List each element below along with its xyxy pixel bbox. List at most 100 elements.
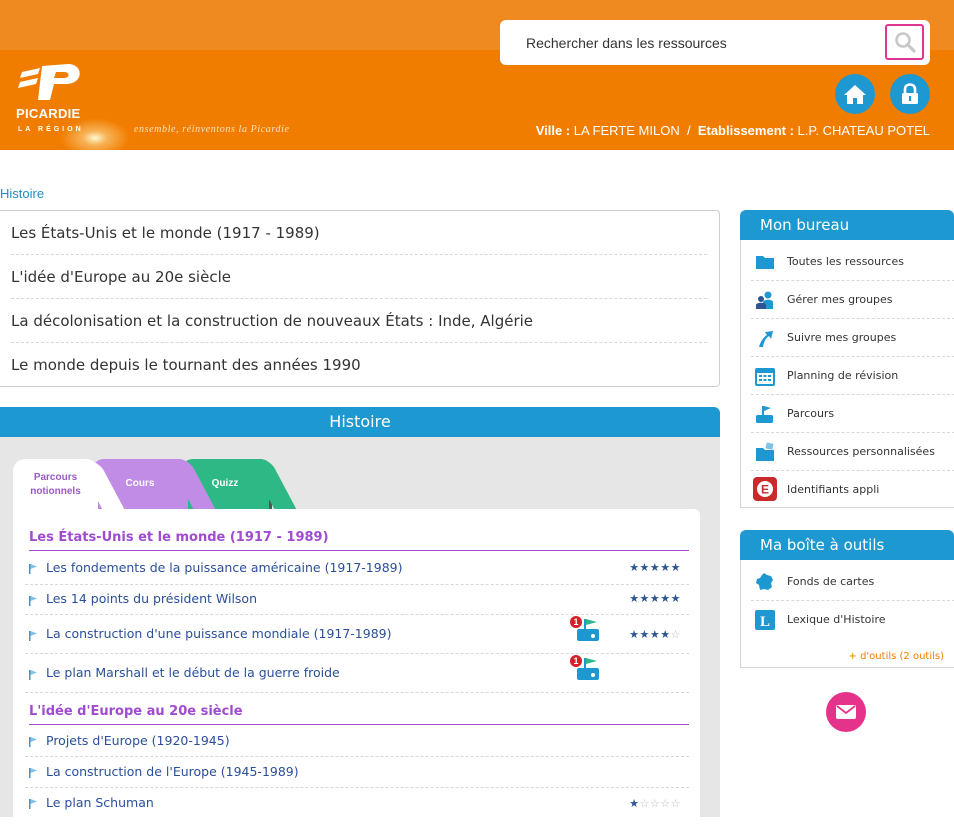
lesson-label: Projets d'Europe (1920-1945)	[46, 733, 230, 748]
calendar-icon	[755, 368, 775, 386]
search-box	[500, 20, 930, 65]
bureau-item-planning[interactable]: Planning de révision	[751, 357, 954, 395]
flag-icon	[29, 631, 37, 641]
lock-button[interactable]	[890, 74, 930, 114]
bureau-item-label: Toutes les ressources	[787, 255, 904, 268]
etablissement-label: Etablissement :	[697, 123, 794, 138]
bureau-item-suivre-groupes[interactable]: Suivre mes groupes	[751, 319, 954, 357]
chapter-item[interactable]: La décolonisation et la construction de …	[11, 299, 707, 343]
bureau-item-parcours[interactable]: Parcours	[751, 395, 954, 433]
bureau-item-gerer-groupes[interactable]: Gérer mes groupes	[751, 281, 954, 319]
flag-icon	[29, 564, 37, 574]
flag-icon	[29, 799, 37, 809]
tool-item-label: Lexique d'Histoire	[787, 613, 886, 626]
flag-icon	[29, 768, 37, 778]
bureau-item-label: Ressources personnalisées	[787, 445, 935, 458]
rating-stars: ★★★★★	[629, 592, 681, 605]
parcours-badge-icon[interactable]: 1	[569, 654, 601, 686]
mon-bureau-title: Mon bureau	[740, 210, 954, 240]
lesson-item[interactable]: Projets d'Europe (1920-1945)	[25, 726, 689, 757]
svg-text:L: L	[760, 614, 770, 630]
histoire-panel: Parcours notionnels Cours Quizz Les État…	[0, 437, 720, 829]
lesson-item[interactable]: Les 14 points du président Wilson ★★★★★	[25, 585, 689, 615]
location-separator: /	[686, 123, 691, 138]
bureau-item-label: Planning de révision	[787, 369, 899, 382]
picardie-logo-icon[interactable]	[18, 62, 84, 102]
lesson-label: Les fondements de la puissance américain…	[46, 560, 403, 575]
bureau-item-label: Suivre mes groupes	[787, 331, 897, 344]
group-icon	[756, 291, 773, 309]
lock-icon	[902, 83, 918, 104]
arrow-up-icon	[759, 331, 773, 347]
france-map-icon	[756, 573, 773, 590]
parcours-list: Les États-Unis et le monde (1917 - 1989)…	[13, 509, 700, 829]
custom-resources-icon	[756, 442, 774, 461]
mail-button[interactable]	[826, 692, 866, 732]
chapter-item[interactable]: Le monde depuis le tournant des années 1…	[11, 343, 707, 387]
tab-parcours-notionnels[interactable]: Parcours notionnels	[13, 459, 98, 511]
section-title: L'idée d'Europe au 20e siècle	[29, 699, 689, 725]
ville-value: LA FERTE MILON	[573, 123, 680, 138]
flag-icon	[29, 737, 37, 747]
panel-title: Histoire	[0, 407, 720, 437]
stars-filled: ★★★★★	[629, 561, 681, 574]
logo-subtitle: LA RÉGION	[18, 126, 84, 133]
tool-item-lexique[interactable]: L Lexique d'Histoire	[751, 601, 954, 639]
boite-outils-panel: Fonds de cartes L Lexique d'Histoire + d…	[740, 560, 954, 668]
bureau-item-identifiants[interactable]: E Identifiants appli	[751, 471, 954, 509]
chapter-list: Les États-Unis et le monde (1917 - 1989)…	[0, 210, 720, 387]
search-button[interactable]	[885, 24, 924, 60]
stars-empty: ☆☆☆☆	[639, 797, 681, 810]
mon-bureau-panel: Toutes les ressources Gérer mes groupes …	[740, 240, 954, 508]
flag-icon	[29, 596, 37, 606]
logo-name: PICARDIE	[16, 106, 81, 121]
svg-text:E: E	[761, 483, 769, 497]
parcours-icon	[756, 406, 773, 423]
lesson-label: La construction d'une puissance mondiale…	[46, 626, 392, 641]
search-icon	[894, 32, 916, 53]
bureau-item-ressources-perso[interactable]: Ressources personnalisées	[751, 433, 954, 471]
section-title: Les États-Unis et le monde (1917 - 1989)	[29, 525, 689, 551]
lesson-label: Les 14 points du président Wilson	[46, 591, 258, 606]
folder-icon	[756, 256, 774, 269]
chapter-item[interactable]: L'idée d'Europe au 20e siècle	[11, 255, 707, 299]
etablissement-value: L.P. CHATEAU POTEL	[797, 123, 930, 138]
lesson-item[interactable]: Les fondements de la puissance américain…	[25, 552, 689, 585]
stars-empty: ☆	[670, 628, 681, 641]
lesson-item[interactable]: Le plan Marshall et le début de la guerr…	[25, 654, 689, 693]
tagline: ensemble, réinventons la Picardie	[134, 124, 290, 135]
more-tools-link[interactable]: + d'outils (2 outils)	[849, 651, 944, 662]
chapter-item[interactable]: Les États-Unis et le monde (1917 - 1989)	[11, 211, 707, 255]
rating-stars: ★★★★★	[629, 561, 681, 574]
tool-item-fonds-cartes[interactable]: Fonds de cartes	[751, 563, 954, 601]
bureau-item-label: Gérer mes groupes	[787, 293, 893, 306]
lesson-label: Le plan Marshall et le début de la guerr…	[46, 665, 340, 680]
stars-filled: ★	[629, 797, 640, 810]
lesson-label: La construction de l'Europe (1945-1989)	[46, 764, 299, 779]
location-info: Ville : LA FERTE MILON / Etablissement :…	[536, 123, 930, 138]
bureau-item-label: Identifiants appli	[787, 483, 880, 496]
rating-stars: ★☆☆☆☆	[629, 797, 681, 810]
home-button[interactable]	[835, 74, 875, 114]
badge-count: 1	[573, 617, 578, 627]
rating-stars: ★★★★☆	[629, 628, 681, 641]
lesson-item[interactable]: La construction de l'Europe (1945-1989)	[25, 757, 689, 788]
app-e-icon: E	[753, 477, 777, 501]
stars-filled: ★★★★	[629, 628, 671, 641]
ville-label: Ville :	[535, 123, 571, 138]
badge-count: 1	[573, 656, 578, 666]
flag-icon	[29, 670, 37, 680]
boite-outils-title: Ma boîte à outils	[740, 530, 954, 560]
lesson-item[interactable]: Le plan Schuman ★☆☆☆☆	[25, 788, 689, 819]
search-input[interactable]	[510, 28, 880, 58]
mail-icon	[836, 705, 856, 719]
lesson-item[interactable]: La construction d'une puissance mondiale…	[25, 615, 689, 654]
home-icon	[844, 85, 866, 104]
logo-glow	[60, 118, 130, 150]
breadcrumb[interactable]: Histoire	[0, 186, 44, 201]
bureau-item-toutes-ressources[interactable]: Toutes les ressources	[751, 243, 954, 281]
tool-item-label: Fonds de cartes	[787, 575, 875, 588]
lesson-label: Le plan Schuman	[46, 795, 154, 810]
stars-filled: ★★★★★	[629, 592, 681, 605]
parcours-badge-icon[interactable]: 1	[569, 615, 601, 647]
